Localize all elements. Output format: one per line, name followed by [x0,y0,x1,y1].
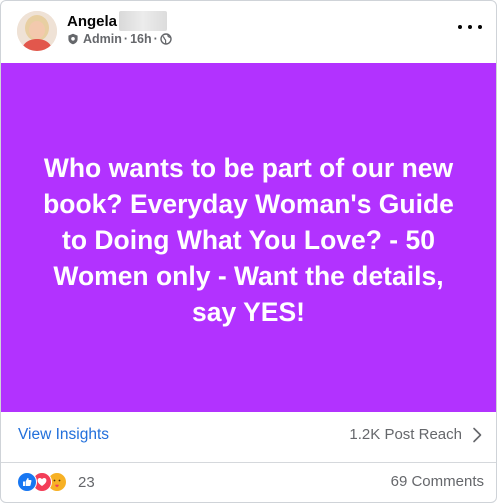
dot-icon [478,25,482,29]
comments-count-link[interactable]: 69 Comments [391,473,484,490]
engagement-bar: 23 69 Comments [1,463,496,502]
post-time[interactable]: 16h [130,32,152,46]
post-reach-label: 1.2K Post Reach [349,426,462,443]
more-options-button[interactable] [458,19,482,35]
post-banner[interactable]: Who wants to be part of our new book? Ev… [1,63,496,412]
redacted-name-blur [119,11,168,31]
post-reach-button[interactable]: 1.2K Post Reach [349,426,482,443]
post-meta: Admin · 16h · [67,32,172,46]
view-insights-link[interactable]: View Insights [18,426,109,444]
insights-bar: View Insights 1.2K Post Reach [1,412,496,463]
post-text: Who wants to be part of our new book? Ev… [43,152,454,327]
post-header: Angela Admin · 16h · [1,1,496,63]
dot-icon [468,25,472,29]
reaction-count: 23 [78,473,95,491]
dot-icon [458,25,462,29]
chevron-right-icon [473,427,482,442]
like-icon [17,472,37,492]
globe-icon [160,33,172,45]
author-name-row: Angela [67,11,168,31]
author-role: Admin [83,32,122,46]
author-avatar[interactable] [17,11,57,51]
author-name[interactable]: Angela [67,13,117,30]
admin-badge-icon [68,33,78,45]
reactions-summary[interactable]: 23 [17,472,95,492]
avatar-image [17,11,57,51]
post-card: Angela Admin · 16h · Who wants to be par… [0,0,497,503]
